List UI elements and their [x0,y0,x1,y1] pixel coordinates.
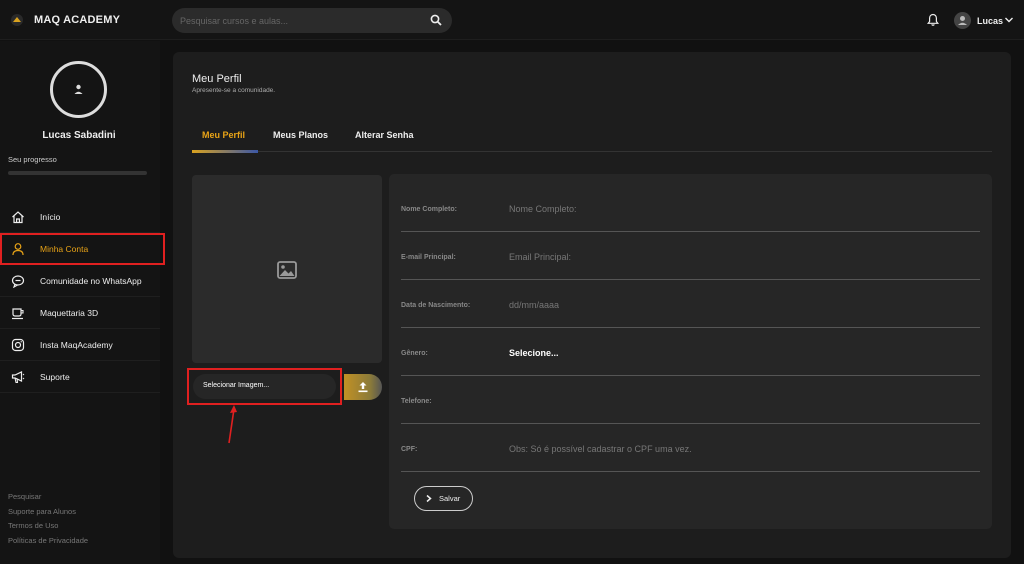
sidebar-item-instagram[interactable]: Insta MaqAcademy [0,329,160,361]
user-menu[interactable]: Lucas [954,11,1018,31]
chevron-down-icon [1005,17,1013,23]
sidebar-nav: Início Minha Conta Comunidade no WhatsAp… [0,201,165,393]
field-data-nascimento: Data de Nascimento: [401,280,980,328]
birthdate-input[interactable] [509,300,969,310]
user-icon [12,243,24,256]
coffee-cup-icon [12,308,24,320]
home-icon [12,211,24,224]
footer-link-privacidade[interactable]: Políticas de Privacidade [8,534,88,549]
footer-link-pesquisar[interactable]: Pesquisar [8,490,88,505]
sidebar-item-label: Minha Conta [40,244,89,254]
profile-name: Lucas Sabadini [42,130,116,141]
select-image-button[interactable]: Selecionar Imagem... [193,374,336,399]
logo-icon [11,14,23,26]
whatsapp-icon [11,275,25,288]
profile-form: Nome Completo: E-mail Principal: Data de… [389,174,992,529]
brand-name[interactable]: MAQ ACADEMY [34,14,120,26]
sidebar-item-label: Suporte [40,372,70,382]
sidebar-item-maquettaria[interactable]: Maquettaria 3D [0,297,160,329]
footer-link-suporte[interactable]: Suporte para Alunos [8,505,88,520]
field-label: Gênero: [401,350,428,357]
sidebar-item-label: Maquettaria 3D [40,308,99,318]
page-subtitle: Apresente-se a comunidade. [192,87,276,94]
phone-input[interactable] [509,396,969,406]
select-image-highlight: Selecionar Imagem... [187,368,342,405]
search-bar[interactable] [172,8,452,33]
field-label: CPF: [401,446,418,453]
sidebar-footer-links: Pesquisar Suporte para Alunos Termos de … [8,490,88,548]
field-label: Telefone: [401,398,432,405]
user-icon [74,84,83,94]
field-cpf: CPF: [401,424,980,472]
cpf-input[interactable] [509,444,969,454]
tab-meu-perfil[interactable]: Meu Perfil [202,130,245,140]
save-button[interactable]: Salvar [414,486,473,511]
sidebar-item-suporte[interactable]: Suporte [0,361,160,393]
chevron-right-icon [426,494,432,503]
gender-select[interactable]: Selecione... [509,348,969,358]
sidebar: Lucas Sabadini Seu progresso Início Minh… [0,41,165,564]
active-tab-indicator [192,150,258,153]
full-name-input[interactable] [509,204,969,214]
bell-icon[interactable] [927,13,939,27]
field-telefone: Telefone: [401,376,980,424]
tab-alterar-senha[interactable]: Alterar Senha [355,130,414,140]
top-bar: MAQ ACADEMY Lucas [0,0,1024,40]
tab-meus-planos[interactable]: Meus Planos [273,130,328,140]
upload-button[interactable] [344,374,382,400]
profile-tabs: Meu Perfil Meus Planos Alterar Senha [192,128,992,153]
profile-avatar[interactable] [50,61,107,118]
megaphone-icon [11,371,25,384]
progress-label: Seu progresso [8,155,57,164]
image-placeholder-icon [277,261,297,279]
sidebar-item-label: Insta MaqAcademy [40,340,113,350]
field-label: Data de Nascimento: [401,302,471,309]
user-name: Lucas [977,16,1004,26]
page-title: Meu Perfil [192,73,242,85]
user-icon [958,16,967,25]
profile-image-preview [192,175,382,363]
field-label: E-mail Principal: [401,254,456,261]
sidebar-item-label: Início [40,212,61,222]
save-button-label: Salvar [439,494,461,503]
sidebar-item-label: Comunidade no WhatsApp [40,276,142,286]
instagram-icon [11,338,25,352]
search-icon[interactable] [430,14,442,26]
field-nome-completo: Nome Completo: [401,184,980,232]
profile-card: Meu Perfil Apresente-se a comunidade. Me… [173,52,1011,558]
upload-icon [358,382,368,393]
field-label: Nome Completo: [401,206,457,213]
select-image-label: Selecionar Imagem... [203,382,270,389]
red-arrow-annotation [228,405,237,444]
footer-link-termos[interactable]: Termos de Uso [8,519,88,534]
field-genero: Gênero: Selecione... [401,328,980,376]
sidebar-item-inicio[interactable]: Início [0,201,160,233]
email-input[interactable] [509,252,969,262]
field-email: E-mail Principal: [401,232,980,280]
sidebar-item-minha-conta[interactable]: Minha Conta [0,233,165,265]
sidebar-item-whatsapp[interactable]: Comunidade no WhatsApp [0,265,160,297]
search-input[interactable] [180,12,420,29]
progress-bar [8,171,147,175]
avatar [954,12,971,29]
